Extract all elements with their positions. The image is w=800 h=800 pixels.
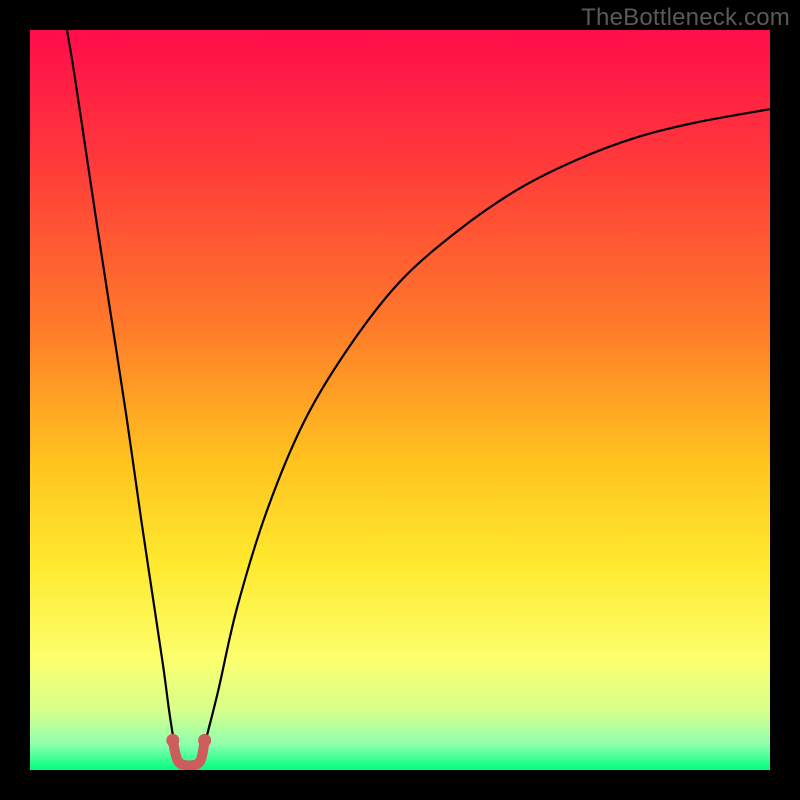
chart-frame: TheBottleneck.com xyxy=(0,0,800,800)
plot-svg xyxy=(30,30,770,770)
plot-area xyxy=(30,30,770,770)
watermark-text: TheBottleneck.com xyxy=(581,4,790,32)
bottleneck-marker-dot-left xyxy=(166,734,179,747)
gradient-background xyxy=(30,30,770,770)
bottleneck-marker-dot-right xyxy=(198,734,211,747)
